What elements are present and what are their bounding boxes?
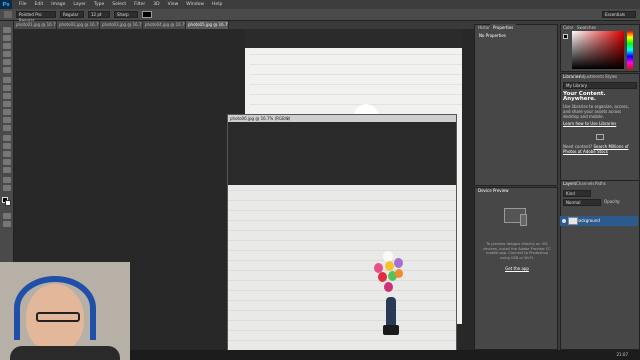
tab-photo01[interactable]: photo01.jpg @ 16.7% (RGB/8)	[14, 21, 57, 29]
properties-empty-note: No Properties	[479, 33, 506, 38]
presenter-shirt	[10, 346, 120, 360]
crop-tool-icon[interactable]	[3, 59, 11, 65]
stamp-tool-icon[interactable]	[3, 93, 11, 99]
cc-icon	[596, 134, 604, 140]
path-select-tool-icon[interactable]	[3, 159, 11, 165]
menu-view[interactable]: View	[164, 2, 183, 7]
blend-mode-select[interactable]: Normal	[563, 199, 601, 206]
healing-tool-icon[interactable]	[3, 77, 11, 83]
menu-help[interactable]: Help	[208, 2, 226, 7]
hue-slider[interactable]	[627, 31, 633, 69]
menu-image[interactable]: Image	[47, 2, 69, 7]
font-style-select[interactable]: Regular	[60, 11, 84, 18]
tab-paths[interactable]: Paths	[592, 180, 609, 188]
balloon-violet	[394, 258, 403, 268]
taskbar-clock: 21:07	[616, 352, 628, 357]
menu-select[interactable]: Select	[108, 2, 130, 7]
balloon-orange	[395, 269, 403, 278]
pen-tool-icon[interactable]	[3, 143, 11, 149]
device-phone-icon	[520, 214, 527, 226]
eyedropper-tool-icon[interactable]	[3, 67, 11, 73]
libraries-heading: Your Content. Anywhere.	[563, 91, 606, 102]
zoom-tool-icon[interactable]	[3, 185, 11, 191]
lasso-tool-icon[interactable]	[3, 43, 11, 49]
menu-window[interactable]: Window	[182, 2, 208, 7]
libraries-info: Your Content. Anywhere. Use libraries to…	[563, 91, 637, 154]
dodge-tool-icon[interactable]	[3, 135, 11, 141]
brick-wall-image	[250, 48, 462, 114]
menu-filter[interactable]: Filter	[130, 2, 149, 7]
font-size-select[interactable]: 12 pt	[88, 11, 110, 18]
menu-layer[interactable]: Layer	[69, 2, 90, 7]
text-color-swatch[interactable]	[142, 11, 152, 18]
menu-3d[interactable]: 3D	[149, 2, 163, 7]
workspace-select[interactable]: Essentials	[602, 11, 636, 18]
eraser-tool-icon[interactable]	[3, 109, 11, 115]
get-app-link[interactable]: Get the app	[500, 266, 534, 271]
menu-bar: Ps File Edit Image Layer Type Select Fil…	[0, 0, 640, 9]
balloon-magenta	[384, 282, 393, 292]
antialias-select[interactable]: Sharp	[114, 11, 138, 18]
screen-mode-icon[interactable]	[3, 221, 11, 227]
marquee-tool-icon[interactable]	[3, 35, 11, 41]
shape-tool-icon[interactable]	[3, 167, 11, 173]
brush-tool-icon[interactable]	[3, 85, 11, 91]
eye-icon[interactable]	[562, 219, 566, 223]
tab-device-preview[interactable]: Device Preview	[475, 187, 512, 195]
tab-styles[interactable]: Styles	[602, 73, 620, 81]
blur-tool-icon[interactable]	[3, 125, 11, 131]
type-tool-icon[interactable]	[4, 11, 12, 18]
floating-document-window[interactable]: photo06.jpg @ 16.7% (RGB/8) ×	[227, 114, 457, 360]
hand-tool-icon[interactable]	[3, 177, 11, 183]
photoshop-logo-icon: Ps	[0, 0, 12, 9]
libraries-body: Use libraries to organize, access, and s…	[563, 104, 629, 119]
move-tool-icon[interactable]	[3, 27, 11, 33]
type-tool-icon-2[interactable]	[3, 151, 11, 157]
history-brush-tool-icon[interactable]	[3, 101, 11, 107]
properties-panel	[474, 24, 558, 186]
floating-document-title[interactable]: photo06.jpg @ 16.7% (RGB/8)	[228, 115, 456, 122]
tab-photo04[interactable]: photo04.jpg @ 16.7% (RGB/8)	[143, 21, 186, 29]
opacity-label: Opacity:	[604, 199, 621, 204]
girl-skirt	[383, 325, 399, 335]
quick-select-tool-icon[interactable]	[3, 51, 11, 57]
color-picker-field[interactable]	[572, 31, 624, 69]
menu-file[interactable]: File	[15, 2, 31, 7]
library-select[interactable]: My Library	[563, 82, 637, 89]
glasses-icon	[36, 312, 80, 322]
tab-photo03[interactable]: photo03.jpg @ 16.7% (RGB/8)	[100, 21, 143, 29]
tab-properties[interactable]: Properties	[490, 24, 517, 32]
document-tabs: photo01.jpg @ 16.7% (RGB/8) photo02.jpg …	[14, 21, 474, 29]
gradient-tool-icon[interactable]	[3, 117, 11, 123]
tab-photo05[interactable]: photo05.jpg @ 16.7% (RGB/8)	[186, 21, 229, 29]
options-bar: Pointed Pro Regular Regular 12 pt Sharp	[0, 9, 640, 23]
headphones-icon	[14, 276, 96, 340]
balloon-yellow	[385, 261, 394, 271]
tab-photo02[interactable]: photo02.jpg @ 16.7% (RGB/8)	[57, 21, 100, 29]
balloon-red	[378, 272, 387, 282]
menu-edit[interactable]: Edit	[31, 2, 48, 7]
device-preview-body: To preview designs directly on iOS devic…	[483, 242, 551, 260]
layers-filter-kind[interactable]: Kind	[563, 190, 591, 197]
layer-thumbnail	[568, 217, 578, 225]
close-icon[interactable]: ×	[286, 116, 291, 121]
foreground-swatch-panel[interactable]	[563, 34, 568, 39]
webcam-overlay	[0, 262, 130, 360]
libraries-learn-link[interactable]: Learn how to Use Libraries	[563, 121, 637, 126]
canvas-dark-top	[245, 29, 462, 48]
balloon-girl-photo	[228, 185, 456, 360]
background-color-swatch[interactable]	[5, 200, 11, 206]
quick-mask-icon[interactable]	[3, 213, 11, 219]
menu-type[interactable]: Type	[90, 2, 108, 7]
font-family-select[interactable]: Pointed Pro Regular	[16, 11, 56, 23]
floating-canvas-dark	[228, 122, 456, 185]
